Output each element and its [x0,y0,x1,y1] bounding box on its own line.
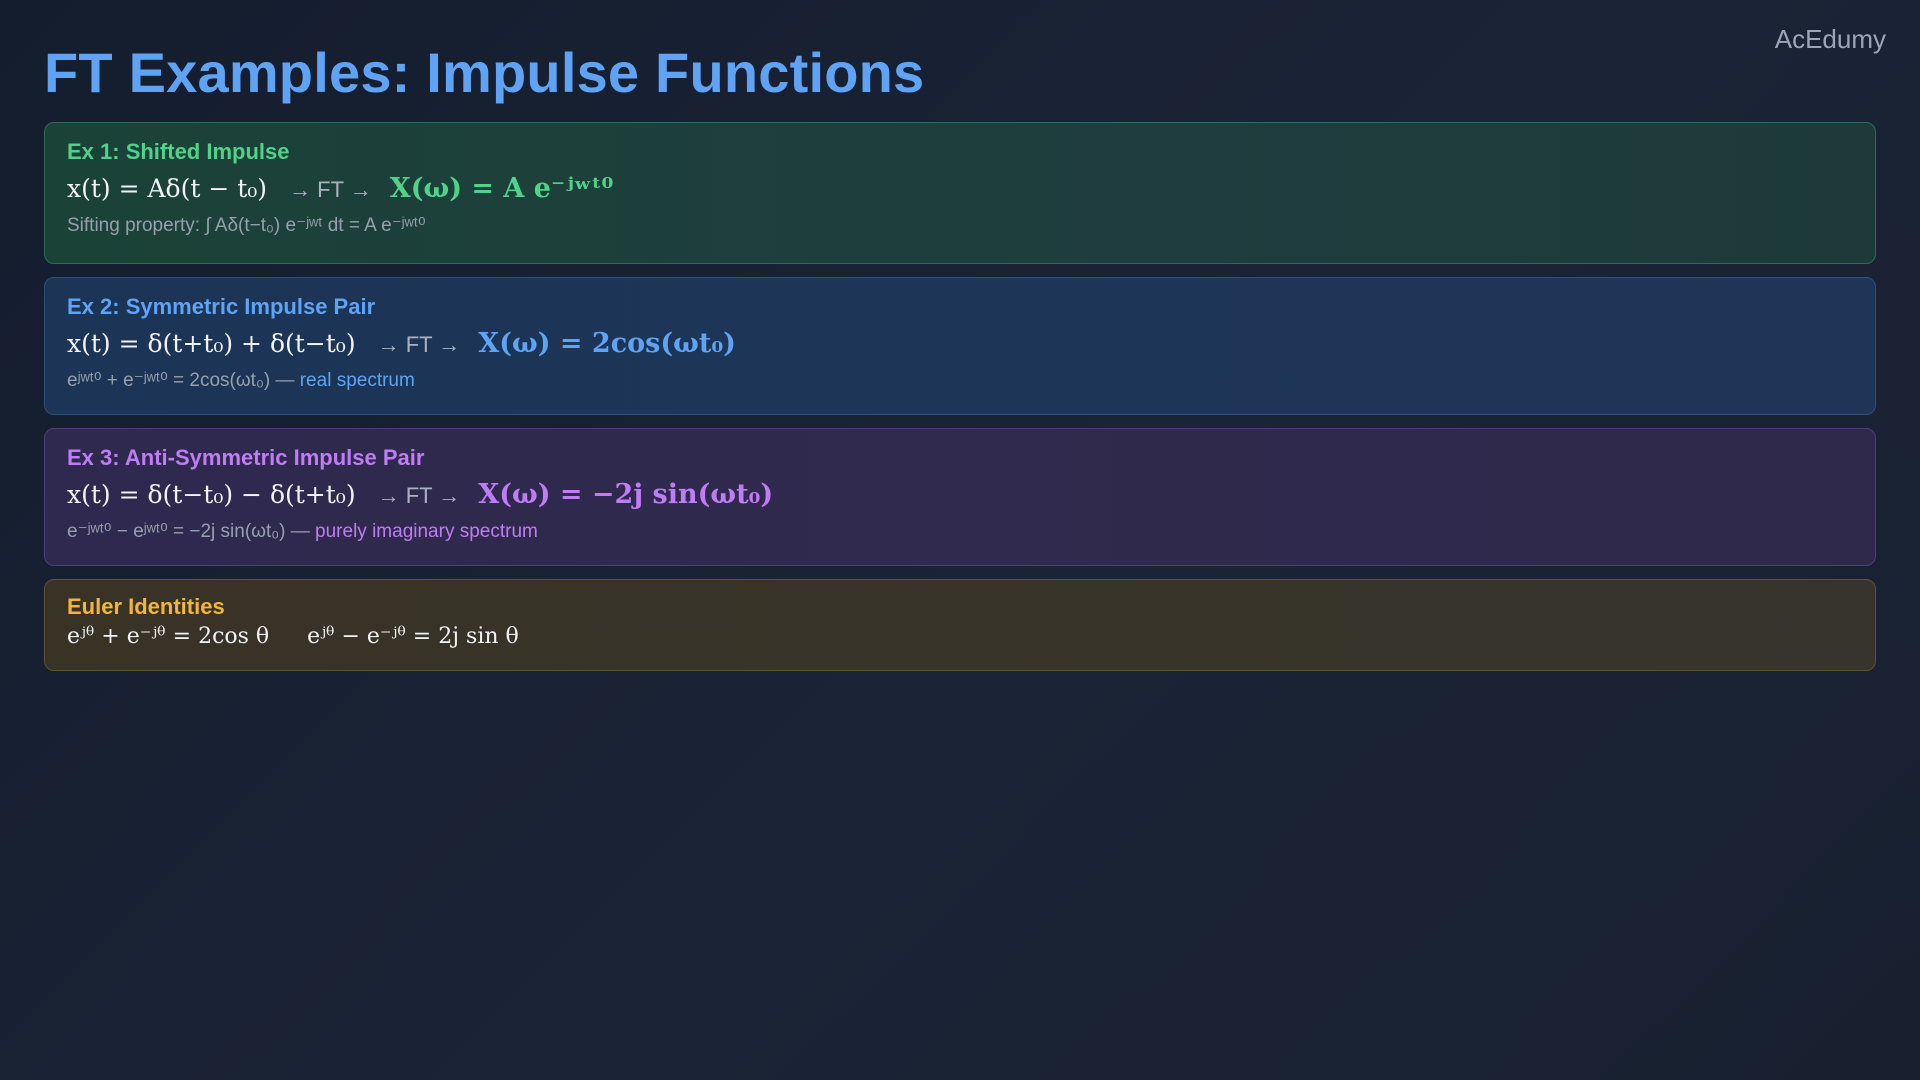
example-3-note-text: e⁻ʲʷᵗ⁰ − eʲʷᵗ⁰ = −2j sin(ωt₀) — [67,521,316,542]
example-1-note-text: Sifting property: ∫ Aδ(t−t₀) e⁻ʲʷᵗ dt = … [67,215,426,236]
example-1-signal: x(t) = Aδ(t − t₀) [67,174,268,203]
example-2-signal: x(t) = δ(t+t₀) + δ(t−t₀) [67,329,356,358]
example-3-note: e⁻ʲʷᵗ⁰ − eʲʷᵗ⁰ = −2j sin(ωt₀) — purely i… [67,520,1853,543]
example-2-note-text: eʲʷᵗ⁰ + e⁻ʲʷᵗ⁰ = 2cos(ωt₀) — [67,370,300,391]
example-1-equation: x(t) = Aδ(t − t₀) → FT → X(ω) = A e⁻ʲʷᵗ⁰ [67,173,1853,204]
brand-label: AcEdumy [1774,24,1886,54]
example-3-title: Ex 3: Anti-Symmetric Impulse Pair [67,445,425,470]
example-2-note-highlight: real spectrum [299,370,415,391]
euler-equations: eʲᶿ + e⁻ʲᶿ = 2cos θ eʲᶿ − e⁻ʲᶿ = 2j sin θ [67,624,1853,649]
example-2-arrow: → FT → [377,332,461,357]
page-title: FT Examples: Impulse Functions [44,41,925,104]
example-1-title: Ex 1: Shifted Impulse [67,139,290,164]
example-3-arrow: → FT → [377,483,461,508]
example-2-transform: X(ω) = 2cos(ωt₀) [478,328,736,359]
example-1-transform: X(ω) = A e⁻ʲʷᵗ⁰ [389,173,614,204]
euler-identity-sin: eʲᶿ − e⁻ʲᶿ = 2j sin θ [307,624,519,649]
example-2-equation: x(t) = δ(t+t₀) + δ(t−t₀) → FT → X(ω) = 2… [67,328,1853,359]
example-3-equation: x(t) = δ(t−t₀) − δ(t+t₀) → FT → X(ω) = −… [67,479,1853,510]
example-1-arrow: → FT → [289,177,372,202]
example-2-title: Ex 2: Symmetric Impulse Pair [67,294,376,319]
example-card-1: Ex 1: Shifted Impulse x(t) = Aδ(t − t₀) … [44,122,1876,264]
euler-identities-card: Euler Identities eʲᶿ + e⁻ʲᶿ = 2cos θ eʲᶿ … [44,579,1876,671]
example-card-2: Ex 2: Symmetric Impulse Pair x(t) = δ(t+… [44,277,1876,415]
example-1-note: Sifting property: ∫ Aδ(t−t₀) e⁻ʲʷᵗ dt = … [67,214,1853,237]
example-3-transform: X(ω) = −2j sin(ωt₀) [478,479,774,510]
example-card-3: Ex 3: Anti-Symmetric Impulse Pair x(t) =… [44,428,1876,566]
euler-title: Euler Identities [67,594,225,619]
example-3-signal: x(t) = δ(t−t₀) − δ(t+t₀) [67,480,356,509]
example-3-note-highlight: purely imaginary spectrum [315,521,538,542]
examples-panel: Ex 1: Shifted Impulse x(t) = Aδ(t − t₀) … [44,122,1876,684]
euler-identity-cos: eʲᶿ + e⁻ʲᶿ = 2cos θ [67,624,270,649]
example-2-note: eʲʷᵗ⁰ + e⁻ʲʷᵗ⁰ = 2cos(ωt₀) — real spectr… [67,369,1853,392]
